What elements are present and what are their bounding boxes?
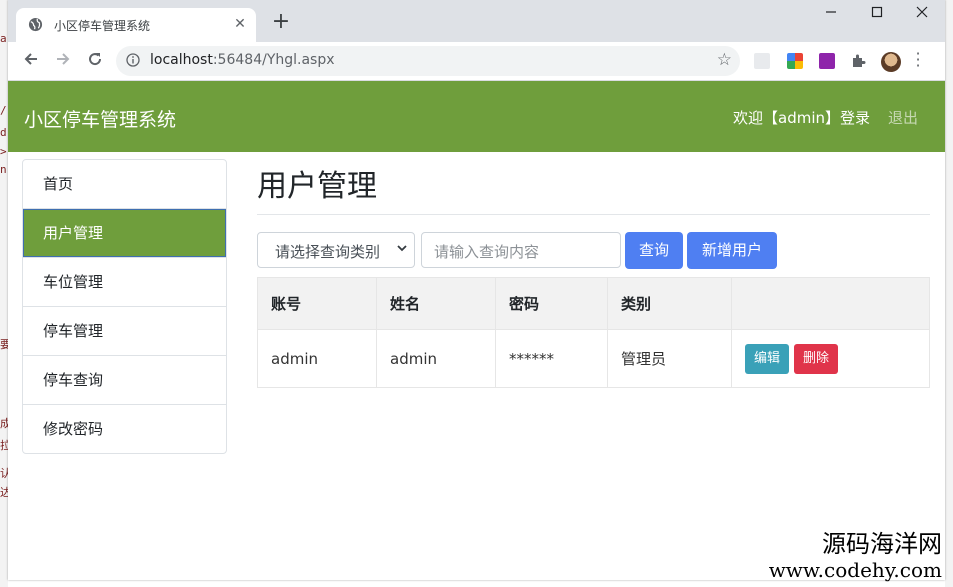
edit-button[interactable]: 编辑 [745, 343, 790, 374]
minimize-icon[interactable] [808, 6, 854, 26]
background-editor-right [945, 0, 953, 587]
forward-icon[interactable] [52, 50, 74, 72]
profile-avatar[interactable] [881, 52, 901, 72]
extension-color-icon[interactable] [787, 53, 803, 69]
add-user-button[interactable]: 新增用户 [687, 232, 777, 269]
tab-title: 小区停车管理系统 [54, 19, 151, 33]
delete-button[interactable]: 删除 [794, 343, 839, 374]
column-header-account: 账号 [257, 277, 377, 330]
column-header-type: 类别 [607, 277, 732, 330]
watermark: 源码海洋网 www.codehy.com [769, 530, 942, 582]
title-divider [257, 214, 930, 215]
tab-strip: 小区停车管理系统 ✕ + [8, 0, 945, 42]
reload-icon[interactable] [84, 50, 106, 72]
logout-link[interactable]: 退出 [888, 107, 918, 128]
column-header-actions [731, 277, 930, 330]
table-row: admin admin ****** 管理员 编辑 删除 [257, 329, 930, 388]
sidebar-item-change-password[interactable]: 修改密码 [23, 405, 226, 453]
chevron-down-icon [397, 245, 407, 252]
page-title: 用户管理 [257, 169, 377, 204]
extension-pen-icon[interactable] [754, 53, 770, 69]
browser-window: 小区停车管理系统 ✕ + localhost:56484/Yhgl.aspx ☆… [8, 0, 945, 580]
cell-type: 管理员 [607, 329, 732, 388]
globe-icon [28, 17, 43, 32]
url-text: localhost:56484/Yhgl.aspx [150, 52, 335, 68]
top-navbar: 小区停车管理系统 欢迎【admin】登录 退出 [8, 81, 945, 152]
maximize-icon[interactable] [854, 6, 900, 26]
query-type-value: 请选择查询类别 [275, 243, 381, 261]
sidebar-item-user-management[interactable]: 用户管理 [23, 209, 226, 258]
sidebar-item-space-management[interactable]: 车位管理 [23, 258, 226, 307]
cell-name: admin [376, 329, 496, 388]
close-tab-icon[interactable]: ✕ [230, 14, 250, 34]
welcome-text: 欢迎【admin】登录 [733, 109, 871, 127]
watermark-line2: www.codehy.com [768, 558, 942, 582]
extensions-puzzle-icon[interactable] [850, 53, 866, 69]
cell-password: ****** [495, 329, 608, 388]
user-table: 账号 姓名 密码 类别 admin admin ****** 管理员 编辑 删除 [257, 277, 930, 388]
sidebar-item-home[interactable]: 首页 [23, 160, 226, 209]
bookmark-star-icon[interactable]: ☆ [717, 50, 732, 70]
query-button[interactable]: 查询 [625, 232, 683, 269]
cell-account: admin [257, 329, 377, 388]
brand-title[interactable]: 小区停车管理系统 [24, 105, 176, 132]
info-icon[interactable] [126, 53, 140, 67]
sidebar-item-parking-query[interactable]: 停车查询 [23, 356, 226, 405]
sidebar-item-parking-management[interactable]: 停车管理 [23, 307, 226, 356]
extension-rp-icon[interactable] [819, 53, 835, 69]
browser-menu-icon[interactable]: · · · [913, 46, 923, 74]
sidebar-nav: 首页 用户管理 车位管理 停车管理 停车查询 修改密码 [22, 159, 227, 454]
back-icon[interactable] [20, 50, 42, 72]
watermark-line1: 源码海洋网 [822, 530, 942, 558]
column-header-name: 姓名 [376, 277, 496, 330]
web-page: 小区停车管理系统 欢迎【admin】登录 退出 首页 用户管理 车位管理 停车管… [8, 81, 945, 580]
new-tab-button[interactable]: + [270, 11, 292, 34]
browser-toolbar: localhost:56484/Yhgl.aspx ☆ · · · [8, 42, 945, 81]
query-type-select[interactable]: 请选择查询类别 [257, 232, 415, 268]
table-header-row: 账号 姓名 密码 类别 [257, 277, 930, 330]
cell-actions: 编辑 删除 [731, 329, 930, 388]
query-input[interactable]: 请输入查询内容 [421, 232, 621, 268]
browser-tab[interactable]: 小区停车管理系统 ✕ [16, 8, 256, 42]
close-window-icon[interactable] [899, 6, 945, 26]
background-editor-left: a / d > n 要成拉认达 [0, 0, 11, 587]
column-header-password: 密码 [495, 277, 608, 330]
address-bar[interactable]: localhost:56484/Yhgl.aspx ☆ [116, 46, 740, 76]
